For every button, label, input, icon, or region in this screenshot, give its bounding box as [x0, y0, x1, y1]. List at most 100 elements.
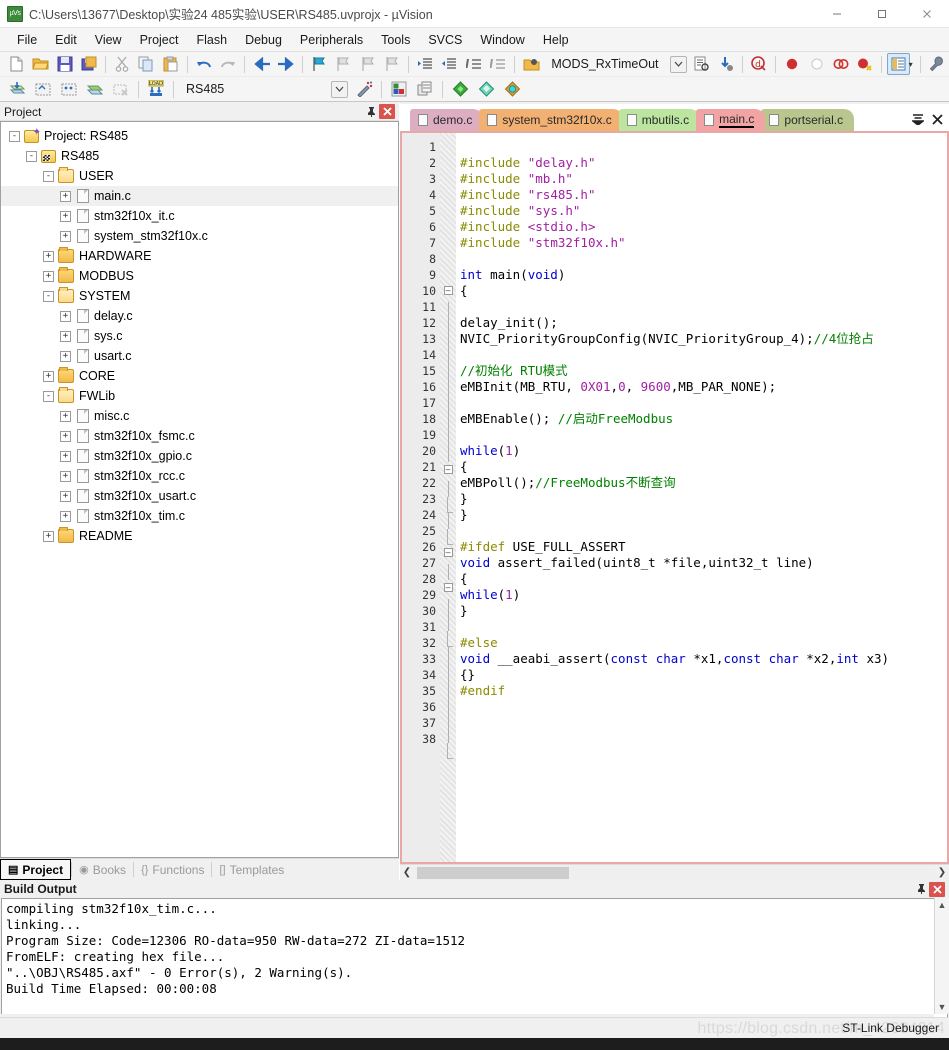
menu-item-flash[interactable]: Flash [187, 30, 236, 50]
expand-icon[interactable]: + [60, 490, 71, 502]
save-all-icon[interactable] [78, 53, 100, 75]
comment-icon[interactable] [463, 53, 485, 75]
menu-item-project[interactable]: Project [131, 30, 188, 50]
bookmark-clear-icon[interactable] [381, 53, 403, 75]
translate-icon[interactable] [83, 78, 107, 100]
collapse-icon[interactable]: - [43, 390, 54, 402]
expand-icon[interactable]: + [60, 330, 71, 342]
tree-item-stm32f10x-gpio-c[interactable]: + stm32f10x_gpio.c [1, 446, 398, 466]
pin-icon[interactable] [914, 882, 929, 897]
project-window-dropdown-arrow[interactable]: ▾ [909, 60, 913, 69]
tree-item-readme[interactable]: + README [1, 526, 398, 546]
manage-components-icon[interactable] [413, 78, 437, 100]
configuration-wrench-icon[interactable] [926, 53, 948, 75]
fold-toggle-icon[interactable]: – [440, 286, 456, 302]
expand-icon[interactable]: + [43, 530, 54, 542]
tree-item-fwlib[interactable]: - FWLib [1, 386, 398, 406]
new-file-icon[interactable] [5, 53, 27, 75]
close-icon[interactable] [904, 0, 949, 28]
close-icon[interactable] [929, 881, 945, 897]
scroll-left-icon[interactable]: ❮ [400, 867, 414, 878]
tree-item-stm32f10x-usart-c[interactable]: + stm32f10x_usart.c [1, 486, 398, 506]
expand-icon[interactable]: + [60, 510, 71, 522]
undo-icon[interactable] [193, 53, 215, 75]
tree-item-system-stm32f10x-c[interactable]: + system_stm32f10x.c [1, 226, 398, 246]
target-options-icon[interactable] [387, 78, 411, 100]
collapse-icon[interactable]: - [9, 130, 20, 142]
close-tab-icon[interactable] [932, 114, 943, 128]
indent-icon[interactable] [414, 53, 436, 75]
function-dropdown-arrow[interactable] [669, 55, 687, 73]
tree-item-stm32f10x-rcc-c[interactable]: + stm32f10x_rcc.c [1, 466, 398, 486]
tree-item-project-rs485[interactable]: - Project: RS485 [1, 126, 398, 146]
editor-tab-system-stm32f10x-c[interactable]: system_stm32f10x.c [479, 109, 623, 131]
cut-icon[interactable] [111, 53, 133, 75]
code-folding-gutter[interactable]: – – – – [440, 133, 456, 862]
browse-function-icon[interactable] [520, 53, 542, 75]
project-window-icon[interactable] [887, 53, 910, 75]
pane-tab-functions[interactable]: {} Functions [134, 859, 211, 880]
flash-erase-icon[interactable] [500, 78, 524, 100]
build-vertical-scrollbar[interactable]: ▲ ▼ [934, 898, 949, 1014]
navigate-back-icon[interactable] [250, 53, 272, 75]
expand-icon[interactable]: + [60, 410, 71, 422]
menu-item-view[interactable]: View [86, 30, 131, 50]
menu-item-edit[interactable]: Edit [46, 30, 86, 50]
target-dropdown-arrow[interactable] [331, 80, 348, 98]
expand-icon[interactable]: + [60, 310, 71, 322]
fold-toggle-icon[interactable]: – [440, 465, 456, 481]
code-editor[interactable]: 1 2 3 4 5 6 7 8 9 10 11 12 13 14 15 16 17 18 19 20 21 22 23 24 2… [400, 131, 949, 864]
expand-icon[interactable]: + [60, 230, 71, 242]
tree-item-system[interactable]: - SYSTEM [1, 286, 398, 306]
scroll-up-icon[interactable]: ▲ [938, 900, 947, 910]
find-in-files-icon[interactable] [691, 53, 713, 75]
expand-icon[interactable]: + [60, 190, 71, 202]
menu-item-peripherals[interactable]: Peripherals [291, 30, 372, 50]
expand-icon[interactable]: + [43, 370, 54, 382]
expand-icon[interactable]: + [60, 450, 71, 462]
scroll-right-icon[interactable]: ❯ [935, 867, 949, 878]
collapse-icon[interactable]: - [43, 290, 54, 302]
tree-item-core[interactable]: + CORE [1, 366, 398, 386]
tree-item-rs485[interactable]: - RS485 [1, 146, 398, 166]
open-file-icon[interactable] [29, 53, 51, 75]
navigate-forward-icon[interactable] [275, 53, 297, 75]
minimize-icon[interactable] [814, 0, 859, 28]
close-icon[interactable] [379, 104, 395, 119]
jump-to-icon[interactable] [715, 53, 737, 75]
expand-icon[interactable]: + [60, 210, 71, 222]
expand-icon[interactable]: + [43, 250, 54, 262]
tree-item-sys-c[interactable]: + sys.c [1, 326, 398, 346]
bookmark-next-icon[interactable] [356, 53, 378, 75]
uncomment-icon[interactable] [487, 53, 509, 75]
editor-tab-demo-c[interactable]: demo.c [410, 109, 484, 131]
configure-wizard-icon[interactable] [352, 78, 376, 100]
batch-build-icon[interactable] [57, 78, 81, 100]
collapse-icon[interactable]: - [43, 170, 54, 182]
editor-horizontal-scrollbar[interactable]: ❮ ❯ [400, 864, 949, 880]
tree-item-usart-c[interactable]: + usart.c [1, 346, 398, 366]
copy-icon[interactable] [135, 53, 157, 75]
build-output-text[interactable]: compiling stm32f10x_tim.c... linking... Pr… [1, 898, 948, 1028]
tree-item-stm32f10x-it-c[interactable]: + stm32f10x_it.c [1, 206, 398, 226]
menu-item-tools[interactable]: Tools [372, 30, 419, 50]
rebuild-icon[interactable] [31, 78, 55, 100]
expand-icon[interactable]: + [43, 270, 54, 282]
pin-icon[interactable] [364, 104, 379, 119]
expand-icon[interactable]: + [60, 350, 71, 362]
project-tree[interactable]: -Project: RS485-RS485-USER+main.c+stm32f… [0, 121, 399, 858]
editor-tab-portserial-c[interactable]: portserial.c [761, 109, 855, 131]
tree-item-stm32f10x-tim-c[interactable]: + stm32f10x_tim.c [1, 506, 398, 526]
stop-build-icon[interactable] [109, 78, 133, 100]
menu-item-help[interactable]: Help [534, 30, 578, 50]
tab-list-icon[interactable] [910, 114, 926, 128]
collapse-icon[interactable]: - [26, 150, 37, 162]
tree-item-modbus[interactable]: + MODBUS [1, 266, 398, 286]
menu-item-window[interactable]: Window [471, 30, 533, 50]
tree-item-delay-c[interactable]: + delay.c [1, 306, 398, 326]
scroll-down-icon[interactable]: ▼ [938, 1002, 947, 1012]
target-selector-label[interactable]: RS485 [178, 82, 328, 96]
editor-tab-main-c[interactable]: main.c [696, 109, 766, 131]
menu-item-svcs[interactable]: SVCS [419, 30, 471, 50]
bookmark-prev-icon[interactable] [332, 53, 354, 75]
